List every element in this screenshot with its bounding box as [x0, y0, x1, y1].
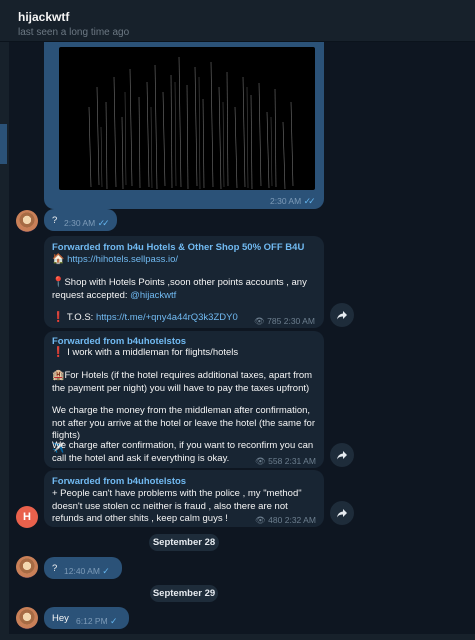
left-sidebar-edge — [0, 42, 9, 640]
mention-link[interactable]: @hijackwtf — [130, 290, 176, 301]
forwarded-from-2[interactable]: Forwarded from b4uhotelstos — [52, 336, 186, 347]
exclamation-icon: ❗ — [52, 347, 65, 358]
share-arrow-icon — [337, 509, 347, 518]
share-button-1[interactable] — [330, 303, 354, 327]
video-meta: 2:30 AM ✓✓ — [270, 196, 316, 207]
tos-link[interactable]: https://t.me/+qny4a44rQ3k3ZDY0 — [96, 312, 238, 323]
sender-avatar[interactable] — [16, 556, 38, 578]
share-button-2[interactable] — [330, 443, 354, 467]
fwd2-line3-text: We charge the money from the middleman a… — [52, 405, 315, 441]
share-arrow-icon — [337, 311, 347, 320]
fwd2-line2-text: For Hotels (if the hotel requires additi… — [52, 370, 313, 394]
q1-meta: 2:30 AM ✓✓ — [64, 218, 110, 229]
sidebar-selection-indicator — [0, 124, 7, 164]
q2-meta: 12:40 AM ✓ — [64, 566, 110, 577]
video-preview[interactable] — [59, 47, 315, 190]
fwd1-shop-line: Shop with Hotels Points ,soon other poin… — [52, 277, 307, 301]
fwd3-views: 480 — [268, 515, 283, 525]
exclamation-icon: ❗ — [52, 312, 65, 323]
q2-sent-check-icon: ✓ — [102, 566, 109, 576]
eye-icon: 👁 — [254, 316, 265, 326]
sender-avatar[interactable] — [16, 607, 38, 629]
hey-meta: 6:12 PM ✓ — [76, 616, 117, 627]
date-separator-sep28: September 28 — [149, 534, 219, 551]
sender-avatar-h[interactable]: H — [16, 506, 38, 528]
hihotels-link[interactable]: https://hihotels.sellpass.io/ — [67, 254, 178, 265]
q1-time: 2:30 AM — [64, 218, 96, 228]
sender-avatar[interactable] — [16, 210, 38, 232]
fwd2-line1-text: I work with a middleman for flights/hote… — [67, 347, 239, 358]
hey-sent-check-icon: ✓ — [110, 616, 117, 626]
message-text-q1: ? — [52, 215, 58, 226]
fwd1-meta: 👁 785 2:30 AM — [254, 316, 315, 327]
fwd1-shop-text: 📍Shop with Hotels Points ,soon other poi… — [52, 277, 318, 302]
hotel-icon: 🏨 — [52, 370, 65, 381]
eye-icon: 👁 — [255, 515, 266, 525]
fwd2-time: 2:31 AM — [284, 456, 316, 466]
video-read-check-icon: ✓✓ — [303, 196, 316, 206]
fwd2-line2: 🏨For Hotels (if the hotel requires addit… — [52, 370, 318, 395]
hey-time: 6:12 PM — [76, 616, 108, 626]
contact-name[interactable]: hijackwtf — [18, 10, 69, 24]
fwd1-views: 785 — [267, 316, 282, 326]
forwarded-from-1[interactable]: Forwarded from b4u Hotels & Other Shop 5… — [52, 242, 304, 253]
fwd3-meta: 👁 480 2:32 AM — [255, 515, 316, 526]
fwd1-link-line: 🏠 https://hihotels.sellpass.io/ — [52, 254, 318, 267]
fwd2-meta: 👁 558 2:31 AM — [255, 456, 316, 467]
fwd3-time: 2:32 AM — [284, 515, 316, 525]
message-text-hey: Hey — [52, 613, 69, 624]
date-separator-sep29: September 29 — [150, 585, 218, 602]
fwd1-tos-line: ❗ T.O.S: https://t.me/+qny4a44rQ3k3ZDY0 — [52, 312, 252, 325]
composer-edge — [0, 634, 475, 640]
q2-time: 12:40 AM — [64, 566, 100, 576]
tos-label: T.O.S: — [66, 312, 96, 323]
q1-read-check-icon: ✓✓ — [97, 218, 110, 228]
forwarded-from-3[interactable]: Forwarded from b4uhotelstos — [52, 476, 186, 487]
share-arrow-icon — [337, 451, 347, 460]
share-button-3[interactable] — [330, 501, 354, 525]
video-time: 2:30 AM — [270, 196, 302, 206]
chat-header[interactable]: hijackwtf last seen a long time ago — [0, 0, 475, 42]
rain-video-frame — [88, 56, 294, 190]
fwd2-views: 558 — [268, 456, 283, 466]
message-text-q2: ? — [52, 563, 58, 574]
house-icon: 🏠 — [52, 254, 65, 265]
last-seen-status: last seen a long time ago — [18, 27, 130, 38]
fwd2-line1: ❗ I work with a middleman for flights/ho… — [52, 347, 318, 360]
fwd1-time: 2:30 AM — [283, 316, 315, 326]
eye-icon: 👁 — [255, 456, 266, 466]
pin-icon: 📍 — [52, 277, 65, 288]
